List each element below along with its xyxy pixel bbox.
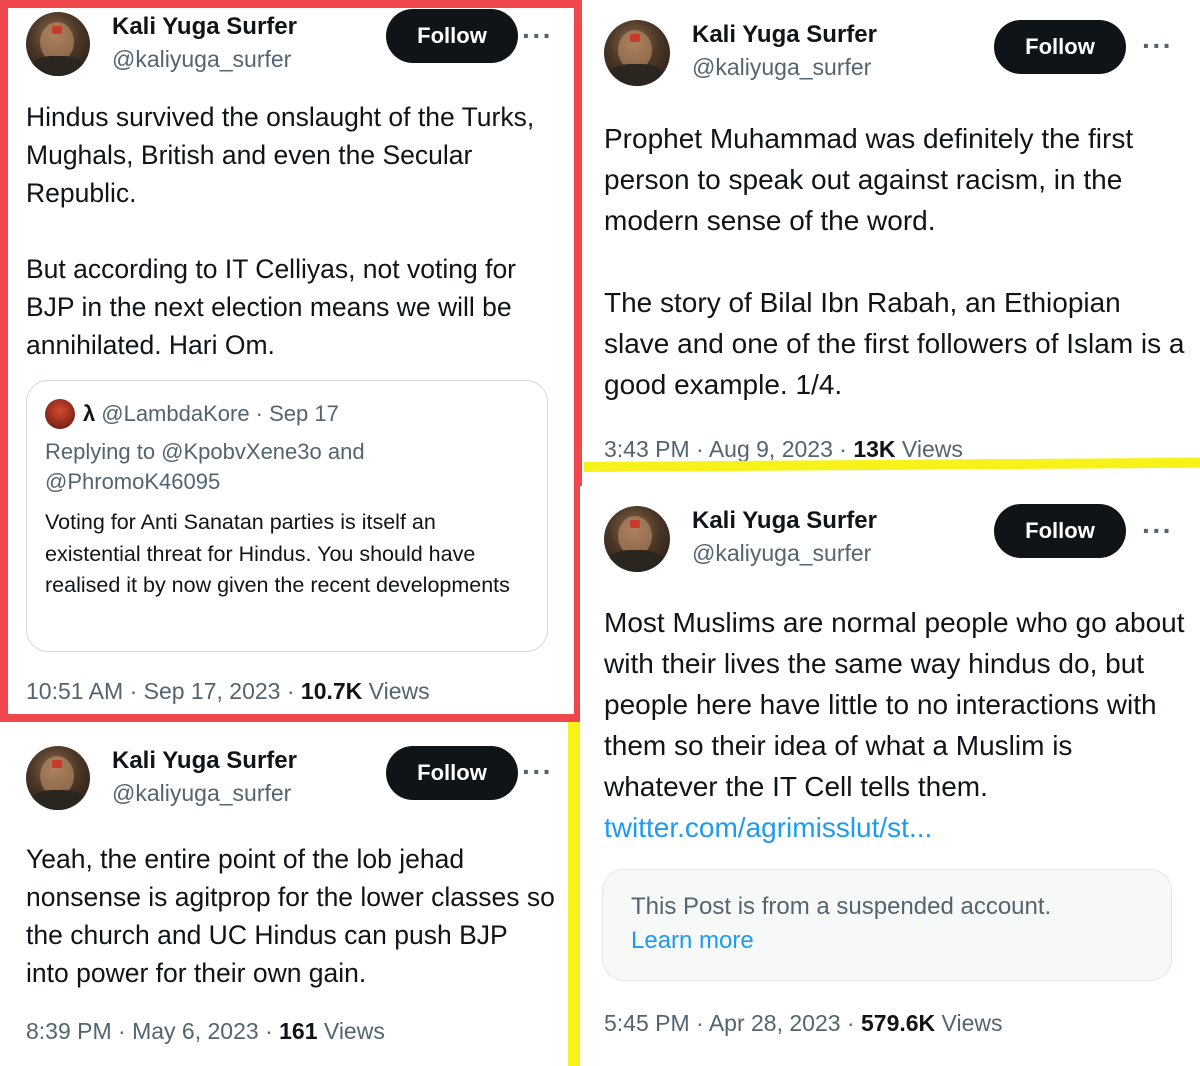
suspended-quote-card: This Post is from a suspended account. L… <box>602 869 1172 981</box>
follow-button[interactable]: Follow <box>386 9 518 63</box>
tweet-header: Kali Yuga Surfer @kaliyuga_surfer <box>604 506 877 572</box>
follow-button[interactable]: Follow <box>994 20 1126 74</box>
tweet-text: Yeah, the entire point of the lob jehad … <box>26 844 555 988</box>
user-handle[interactable]: @kaliyuga_surfer <box>692 538 877 568</box>
quoted-avatar <box>45 399 75 429</box>
follow-button[interactable]: Follow <box>994 504 1126 558</box>
more-options-icon[interactable]: ··· <box>522 758 553 786</box>
display-name[interactable]: Kali Yuga Surfer <box>112 746 297 776</box>
tweet-card-2[interactable]: Kali Yuga Surfer @kaliyuga_surfer Follow… <box>0 722 568 1066</box>
views-count: 161 <box>279 1018 318 1044</box>
display-name[interactable]: Kali Yuga Surfer <box>112 12 297 42</box>
more-options-icon[interactable]: ··· <box>1142 517 1173 545</box>
views-label: Views <box>362 678 430 704</box>
tweet-card-1[interactable]: Kali Yuga Surfer @kaliyuga_surfer Follow… <box>0 0 582 722</box>
views-label: Views <box>317 1018 385 1044</box>
tweet-text: Prophet Muhammad was definitely the firs… <box>604 123 1185 400</box>
learn-more-link[interactable]: Learn more <box>631 924 754 958</box>
tweet-meta: 5:45 PM · Apr 28, 2023 · 579.6K Views <box>604 1010 1002 1037</box>
views-count: 10.7K <box>300 678 363 704</box>
user-handle[interactable]: @kaliyuga_surfer <box>112 778 297 808</box>
views-label: Views <box>935 1010 1003 1036</box>
avatar[interactable] <box>26 12 90 76</box>
tweet-meta: 8:39 PM · May 6, 2023 · 161 Views <box>26 1018 385 1045</box>
user-handle[interactable]: @kaliyuga_surfer <box>692 52 877 82</box>
timestamp[interactable]: 8:39 PM · May 6, 2023 · <box>26 1018 279 1044</box>
tweet-link[interactable]: twitter.com/agrimisslut/st... <box>604 812 932 843</box>
avatar[interactable] <box>604 506 670 572</box>
tweet-meta: 10:51 AM · Sep 17, 2023 · 10.7K Views <box>26 678 430 705</box>
highlight-divider-vertical <box>568 722 580 1066</box>
user-handle[interactable]: @kaliyuga_surfer <box>112 44 297 74</box>
timestamp[interactable]: 5:45 PM · Apr 28, 2023 · <box>604 1010 861 1036</box>
timestamp[interactable]: 10:51 AM · Sep 17, 2023 · <box>26 678 301 704</box>
tweet-text: Most Muslims are normal people who go ab… <box>604 602 1189 848</box>
quoted-text: Voting for Anti Sanatan parties is itsel… <box>45 510 510 597</box>
avatar[interactable] <box>604 20 670 86</box>
follow-button[interactable]: Follow <box>386 746 518 800</box>
views-count: 13K <box>853 436 896 462</box>
quoted-tweet-header: λ @LambdaKore · Sep 17 <box>45 399 339 429</box>
views-label: Views <box>895 436 963 462</box>
suspended-notice: This Post is from a suspended account. <box>631 893 1052 920</box>
quoted-author-meta: @LambdaKore · Sep 17 <box>101 401 339 426</box>
timestamp[interactable]: 3:43 PM · Aug 9, 2023 · <box>604 436 853 462</box>
tweet-card-3[interactable]: Kali Yuga Surfer @kaliyuga_surfer Follow… <box>584 0 1200 470</box>
tweet-card-4[interactable]: Kali Yuga Surfer @kaliyuga_surfer Follow… <box>580 486 1200 1066</box>
more-options-icon[interactable]: ··· <box>1142 32 1173 60</box>
replying-to: Replying to @KpobvXene3o and @PhromoK460… <box>45 439 365 494</box>
tweet-text: Hindus survived the onslaught of the Tur… <box>26 102 535 360</box>
tweet-header: Kali Yuga Surfer @kaliyuga_surfer <box>26 746 297 810</box>
tweet-text-content: Most Muslims are normal people who go ab… <box>604 607 1185 802</box>
more-options-icon[interactable]: ··· <box>522 22 553 50</box>
quoted-author-symbol: λ <box>83 401 96 426</box>
tweet-header: Kali Yuga Surfer @kaliyuga_surfer <box>26 12 297 76</box>
display-name[interactable]: Kali Yuga Surfer <box>692 20 877 50</box>
views-count: 579.6K <box>860 1010 936 1036</box>
display-name[interactable]: Kali Yuga Surfer <box>692 506 877 536</box>
quoted-tweet[interactable]: λ @LambdaKore · Sep 17 Replying to @Kpob… <box>26 380 548 652</box>
tweet-header: Kali Yuga Surfer @kaliyuga_surfer <box>604 20 877 86</box>
avatar[interactable] <box>26 746 90 810</box>
